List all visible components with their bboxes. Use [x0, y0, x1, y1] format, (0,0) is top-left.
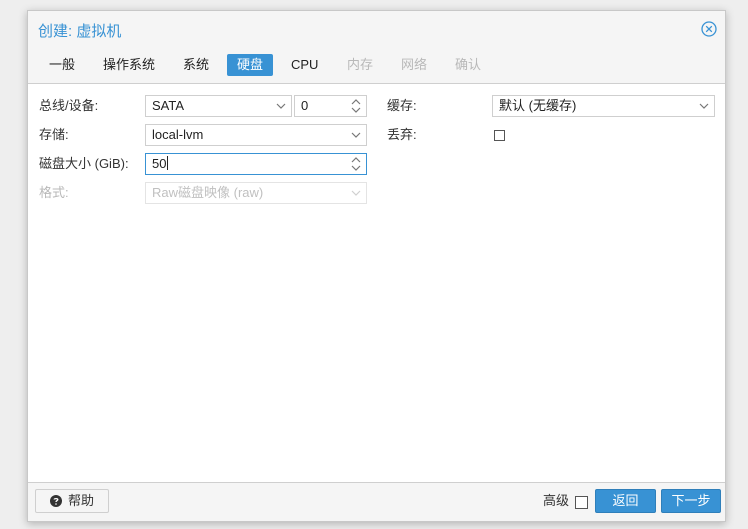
discard-label: 丢弃:: [387, 127, 417, 142]
dialog-footer: 帮助 高级 返回 下一步: [28, 482, 725, 521]
discard-checkbox[interactable]: [494, 130, 505, 141]
tab-confirm: 确认: [455, 57, 482, 72]
format-select: Raw磁盘映像 (raw): [145, 182, 367, 204]
disk-size-value: 50: [152, 156, 167, 171]
chevron-down-icon[interactable]: [694, 96, 714, 116]
close-circle-icon[interactable]: [701, 21, 717, 37]
device-value: 0: [301, 98, 309, 113]
help-button[interactable]: 帮助: [35, 489, 109, 513]
back-button[interactable]: 返回: [595, 489, 656, 513]
tab-hard-disk[interactable]: 硬盘: [227, 54, 274, 76]
chevron-down-icon[interactable]: [346, 125, 366, 145]
text-caret: [167, 156, 169, 170]
tab-os[interactable]: 操作系统: [93, 54, 165, 76]
cache-label: 缓存:: [387, 98, 417, 113]
form-panel: 总线/设备: SATA 0 缓存: 默认 (无缓存) 存储: local-lvm: [28, 84, 725, 483]
spinner-arrows-icon[interactable]: [346, 154, 366, 174]
cache-value: 默认 (无缓存): [499, 98, 577, 113]
dialog-titlebar: 创建: 虚拟机: [28, 11, 725, 47]
tab-system[interactable]: 系统: [173, 54, 219, 76]
format-label: 格式:: [39, 185, 69, 200]
wizard-tabs: 一般 操作系统 系统 硬盘 CPU 内存 网络 确认: [28, 47, 725, 84]
spinner-arrows-icon[interactable]: [346, 96, 366, 116]
chevron-down-icon: [351, 190, 361, 196]
advanced-label: 高级: [543, 493, 570, 508]
create-vm-dialog: 创建: 虚拟机 一般 操作系统 系统 硬盘 CPU 内存 网络 确认 总线/设备…: [27, 10, 726, 522]
question-circle-icon: [49, 495, 62, 507]
next-button[interactable]: 下一步: [661, 489, 721, 513]
format-value: Raw磁盘映像 (raw): [152, 185, 264, 200]
dialog-title: 创建: 虚拟机: [38, 23, 122, 40]
advanced-checkbox[interactable]: [575, 496, 588, 509]
help-label: 帮助: [67, 493, 94, 508]
bus-value: SATA: [152, 98, 185, 113]
cache-select[interactable]: 默认 (无缓存): [492, 95, 715, 117]
storage-value: local-lvm: [152, 127, 204, 142]
tab-memory: 内存: [347, 57, 374, 72]
disk-size-label: 磁盘大小 (GiB):: [39, 156, 129, 171]
storage-select[interactable]: local-lvm: [145, 124, 367, 146]
tab-cpu[interactable]: CPU: [281, 54, 328, 76]
disk-size-spinner[interactable]: 50: [145, 153, 367, 175]
tab-network: 网络: [401, 57, 428, 72]
bus-select[interactable]: SATA: [145, 95, 292, 117]
tab-general[interactable]: 一般: [39, 54, 85, 76]
device-number-spinner[interactable]: 0: [294, 95, 367, 117]
storage-label: 存储:: [39, 127, 69, 142]
bus-device-label: 总线/设备:: [39, 98, 99, 113]
chevron-down-icon[interactable]: [271, 96, 291, 116]
